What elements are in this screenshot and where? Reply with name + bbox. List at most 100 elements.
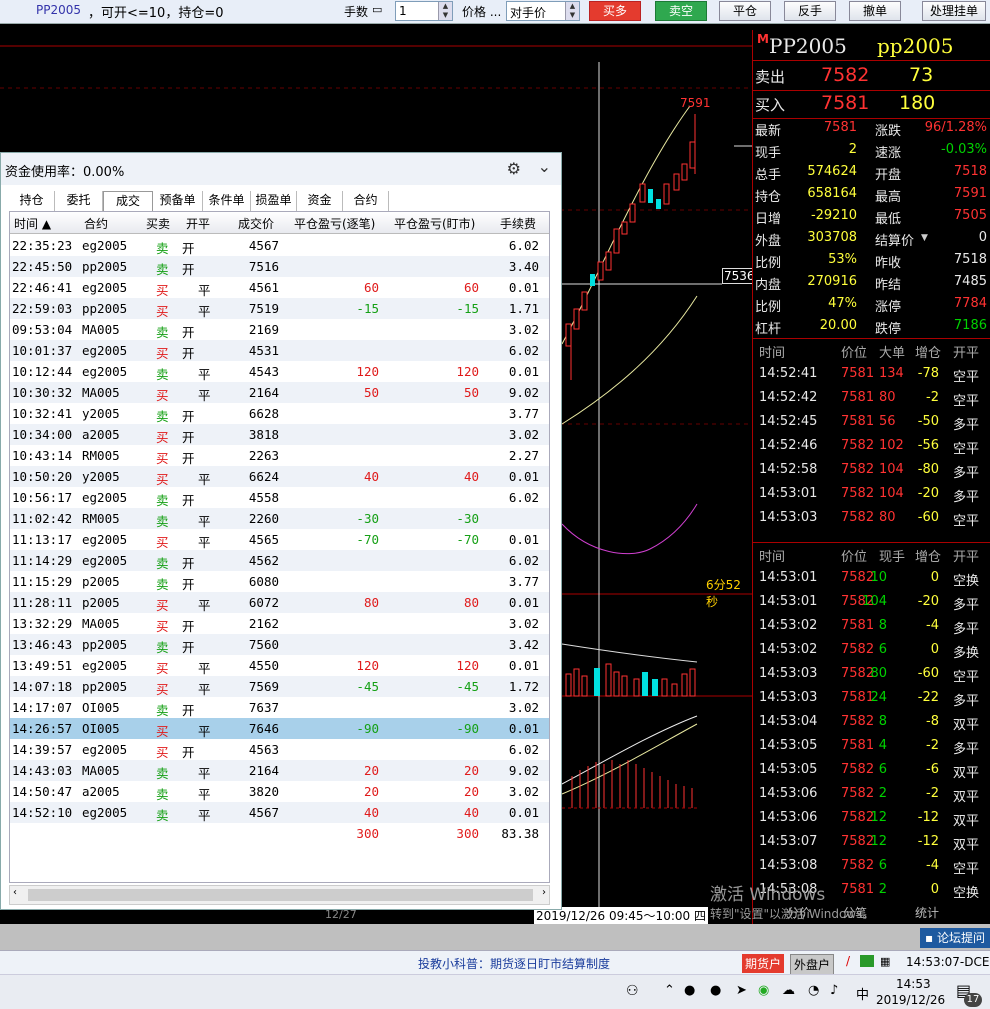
table-cell: 开 (182, 619, 195, 634)
table-row[interactable]: 10:56:17 eg2005 卖开 4558 6.02 (10, 487, 549, 508)
qq-icon[interactable]: ● (684, 983, 695, 998)
people-icon[interactable]: ⚇ (626, 983, 639, 999)
cancel-order-button[interactable]: 撤单 (849, 1, 901, 21)
taskbar-date[interactable]: 2019/12/26 (876, 993, 945, 1007)
quote-code: PP2005 (769, 34, 847, 58)
col-side[interactable]: 买卖 (146, 215, 170, 232)
table-cell: 卖 (156, 409, 169, 424)
watermark-line1: 激活 Windows (710, 885, 826, 905)
taskbar-time[interactable]: 14:53 (896, 977, 931, 991)
table-row[interactable]: 14:52:10 eg2005 卖 平 4567 40 40 0.01 (10, 802, 549, 823)
wechat-icon[interactable]: ◉ (758, 983, 769, 998)
outer-account-button[interactable]: 外盘户 (790, 954, 835, 975)
qty-menu-icon[interactable]: ▭ (372, 3, 382, 16)
table-row[interactable]: 10:50:20 y2005 买 平 6624 40 40 0.01 (10, 466, 549, 487)
tab-stop-profit[interactable]: 损盈单 (251, 191, 297, 211)
close-position-button[interactable]: 平仓 (719, 1, 771, 21)
stat-label[interactable]: 结算价 (875, 230, 914, 249)
wifi-icon[interactable]: ◔ (808, 983, 819, 998)
table-row[interactable]: 10:01:37 eg2005 买开 4531 6.02 (10, 340, 549, 361)
volume-icon[interactable]: ♪ (830, 983, 838, 998)
tick-cell: 7581 (841, 690, 875, 705)
science-link[interactable]: 投教小科普：期货逐日盯市结算制度 (418, 955, 610, 972)
qty-input[interactable]: 1 ▲ ▼ (395, 1, 453, 21)
pending-orders-button[interactable]: 处理挂单 (922, 1, 986, 21)
forum-button[interactable]: ▪ 论坛提问 (920, 928, 990, 948)
stat-label: 外盘 (755, 234, 782, 249)
bid-row[interactable]: 买入 7581 180 (753, 92, 990, 118)
table-row[interactable]: 14:26:57 OI005 买 平 7646 -90 -90 0.01 (10, 718, 549, 739)
tick-cell: 6 (878, 858, 887, 873)
tick-cell: 14:53:03 (759, 666, 818, 681)
table-row[interactable]: 14:50:47 a2005 卖 平 3820 20 20 3.02 (10, 781, 549, 802)
price-spinner[interactable]: ▲ ▼ (565, 2, 579, 20)
table-row[interactable]: 10:34:00 a2005 买开 3818 3.02 (10, 424, 549, 445)
price-type-select[interactable]: 对手价 ▲ ▼ (506, 1, 580, 21)
horizontal-scrollbar[interactable]: ‹ › (9, 885, 550, 905)
col-price[interactable]: 成交价 (238, 215, 274, 232)
stat-row: 外盘 303708 结算价 ▼ 0 (753, 228, 990, 250)
col-pnl-trade[interactable]: 平仓盈亏(逐笔) (294, 215, 375, 232)
buy-long-button[interactable]: 买多 (589, 1, 641, 21)
futures-account-button[interactable]: 期货户 (742, 954, 785, 973)
table-cell: 14:50:47 (12, 784, 73, 799)
reverse-button[interactable]: 反手 (784, 1, 836, 21)
table-row[interactable]: 11:15:29 p2005 卖开 6080 3.77 (10, 571, 549, 592)
table-row[interactable]: 10:43:14 RM005 买开 2263 2.27 (10, 445, 549, 466)
col-time[interactable]: 时间 ▲ (14, 215, 51, 232)
tab-statistics[interactable]: 统计 (915, 904, 939, 921)
chevron-down-icon[interactable]: ⌄ (538, 157, 551, 176)
table-cell: 开 (182, 640, 195, 655)
table-cell: 卖 (156, 262, 169, 277)
table-row[interactable]: 09:53:04 MA005 卖开 2169 3.02 (10, 319, 549, 340)
col-fee[interactable]: 手续费 (500, 215, 536, 232)
col-openclose[interactable]: 开平 (186, 215, 210, 232)
table-row[interactable]: 10:30:32 MA005 买 平 2164 50 50 9.02 (10, 382, 549, 403)
qty-spinner[interactable]: ▲ ▼ (438, 2, 452, 20)
table-row[interactable]: 14:17:07 OI005 卖开 7637 3.02 (10, 697, 549, 718)
scroll-right-icon[interactable]: › (542, 887, 546, 898)
table-row[interactable]: 22:59:03 pp2005 买 平 7519 -15 -15 1.71 (10, 298, 549, 319)
qq2-icon[interactable]: ● (710, 983, 721, 998)
table-row[interactable]: 13:49:51 eg2005 买 平 4550 120 120 0.01 (10, 655, 549, 676)
table-row[interactable]: 11:02:42 RM005 卖 平 2260 -30 -30 (10, 508, 549, 529)
tick-cell: -4 (926, 858, 939, 873)
table-row[interactable]: 11:28:11 p2005 买 平 6072 80 80 0.01 (10, 592, 549, 613)
table-row[interactable]: 14:39:57 eg2005 买开 4563 6.02 (10, 739, 549, 760)
table-row[interactable]: 13:46:43 pp2005 卖开 7560 3.42 (10, 634, 549, 655)
tab-trades[interactable]: 成交 (103, 191, 153, 211)
ask-row[interactable]: 卖出 7582 73 (753, 64, 990, 90)
tab-conditional[interactable]: 条件单 (203, 191, 251, 211)
tab-funds[interactable]: 资金 (297, 191, 343, 211)
sell-short-button[interactable]: 卖空 (655, 1, 707, 21)
cloud-icon[interactable]: ☁ (782, 983, 795, 998)
table-row[interactable]: 10:12:44 eg2005 卖 平 4543 120 120 0.01 (10, 361, 549, 382)
send-icon[interactable]: ➤ (736, 983, 747, 998)
scroll-thumb[interactable] (28, 889, 533, 901)
table-cell: 买 (156, 304, 169, 319)
table-row[interactable]: 22:45:50 pp2005 卖开 7516 3.40 (10, 256, 549, 277)
table-row[interactable]: 11:13:17 eg2005 买 平 4565 -70 -70 0.01 (10, 529, 549, 550)
tab-contracts[interactable]: 合约 (343, 191, 389, 211)
table-row[interactable]: 13:32:29 MA005 买开 2162 3.02 (10, 613, 549, 634)
quote-name: pp2005 (877, 34, 954, 58)
ime-indicator[interactable]: 中 (856, 984, 869, 1003)
col-pnl-mtm[interactable]: 平仓盈亏(盯市) (394, 215, 475, 232)
table-cell: eg2005 (82, 280, 128, 295)
scroll-left-icon[interactable]: ‹ (13, 887, 17, 898)
table-row[interactable]: 22:46:41 eg2005 买 平 4561 60 60 0.01 (10, 277, 549, 298)
tab-orders[interactable]: 委托 (55, 191, 103, 211)
col-contract[interactable]: 合约 (84, 215, 108, 232)
table-row[interactable]: 22:35:23 eg2005 卖开 4567 6.02 (10, 235, 549, 256)
table-row[interactable]: 14:07:18 pp2005 买 平 7569 -45 -45 1.72 (10, 676, 549, 697)
table-row[interactable]: 14:43:03 MA005 卖 平 2164 20 20 9.02 (10, 760, 549, 781)
tab-positions[interactable]: 持仓 (9, 191, 55, 211)
gear-icon[interactable]: ⚙ (507, 159, 521, 178)
chevron-down-icon[interactable]: ▼ (921, 233, 928, 243)
table-row[interactable]: 10:32:41 y2005 卖开 6628 3.77 (10, 403, 549, 424)
chevron-up-icon[interactable]: ⌃ (664, 983, 675, 998)
table-cell: 平 (198, 367, 211, 382)
total-row[interactable]: 300 300 83.38 (10, 823, 549, 844)
table-row[interactable]: 11:14:29 eg2005 卖开 4562 6.02 (10, 550, 549, 571)
tab-prepared[interactable]: 预备单 (153, 191, 203, 211)
